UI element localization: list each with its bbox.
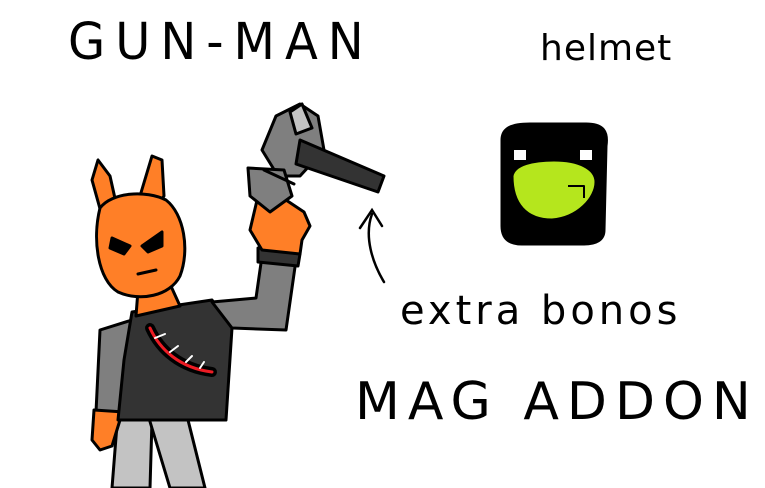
right-arm (210, 254, 298, 332)
helmet-label: helmet (540, 28, 673, 69)
drawing-canvas: GUN-MAN helmet extra bonos MAG ADDON (0, 0, 765, 488)
arrow-icon (358, 207, 386, 284)
legs (110, 410, 207, 488)
extra-bonus-label: extra bonos (400, 288, 682, 334)
helmet-icon (500, 122, 608, 246)
title-text: GUN-MAN (68, 12, 374, 72)
pistol (246, 102, 386, 214)
mag-addon-label: MAG ADDON (355, 372, 759, 432)
gunman-figure (90, 102, 386, 488)
